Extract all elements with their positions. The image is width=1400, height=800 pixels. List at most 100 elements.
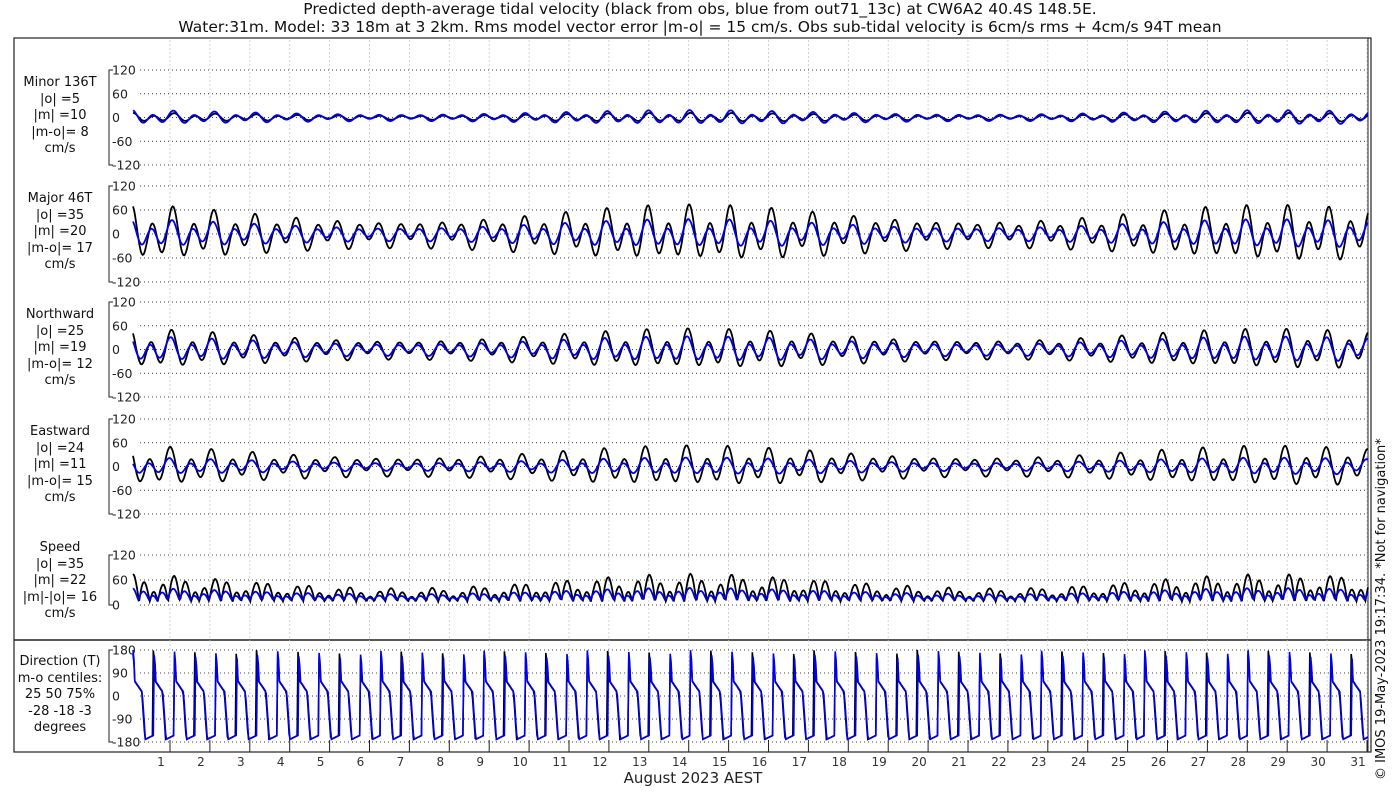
panel-label-line: m-o centiles: [17,670,103,686]
x-tick-label: 22 [991,755,1006,769]
obs-series-line [132,327,1369,369]
panel-label-line: Direction (T) [19,654,101,669]
panel-label-line: |m-o|= 8 [31,124,89,140]
x-tick-label: 26 [1151,755,1166,769]
x-tick-label: 12 [592,755,607,769]
panel-label-line: Speed [39,540,81,555]
panel-label-line: Eastward [29,424,91,439]
model-series-line [132,649,1369,741]
panel-label: Eastward |o| =24 |m| =11 |m-o|= 15 cm/s [14,424,106,507]
x-tick-label: 27 [1191,755,1206,769]
panel-label-line: |m-o|= 17 [27,240,93,256]
obs-series-line [132,203,1369,261]
panel-label: Minor 136T |o| =5 |m| =10 |m-o|= 8 cm/s [14,75,106,158]
y-tick-label: 60 [112,203,128,218]
x-tick-label: 6 [357,755,365,769]
y-tick-label: 60 [112,86,128,101]
panel-label-line: |m| =10 [33,108,87,123]
x-tick-label: 18 [832,755,847,769]
x-tick-label: 21 [951,755,966,769]
panel-label-line: cm/s [44,373,76,388]
panel-label-line: 25 50 75% [24,687,96,702]
y-tick-label: 0 [112,227,120,242]
panel-label-line: cm/s [44,490,76,505]
panel-label-line: |o| =35 [35,556,85,572]
panel-label-line: Minor 136T [23,75,97,90]
y-tick-label: -60 [112,134,132,149]
y-tick-label: -120 [112,158,140,173]
y-tick-label: 60 [112,573,128,588]
panel-label-line: |m| =20 [33,224,87,239]
y-tick-label: 120 [112,63,136,78]
x-tick-label: 23 [1031,755,1046,769]
panel-label-line: |o| =25 [35,323,85,339]
x-tick-label: 29 [1271,755,1286,769]
y-tick-label: -60 [112,366,132,381]
x-tick-label: 4 [277,755,285,769]
y-tick-label: -120 [112,275,140,290]
x-tick-label: 16 [752,755,767,769]
panel-label-line: |o| =5 [39,91,80,107]
x-tick-label: 19 [872,755,887,769]
x-tick-label: 13 [632,755,647,769]
y-tick-label: -120 [112,390,140,405]
panel-label-line: cm/s [44,141,76,156]
panel-label-line: |o| =35 [35,207,85,223]
panel-label-line: Northward [25,307,95,322]
panel-label-line: |m-o|= 12 [27,356,93,372]
panel-label-line: |m-o|= 15 [27,473,93,489]
panel-label-line: degrees [33,720,87,735]
y-tick-label: 120 [112,295,136,310]
y-tick-label: 120 [112,548,136,563]
panel-label-line: |o| =24 [35,440,85,456]
model-series-line [132,335,1369,362]
x-tick-label: 17 [792,755,807,769]
x-tick-label: 30 [1310,755,1325,769]
y-tick-label: 0 [112,598,120,613]
y-tick-label: 120 [112,179,136,194]
x-tick-label: 31 [1350,755,1365,769]
x-tick-label: 20 [911,755,926,769]
panel-label-line: -28 -18 -3 [28,703,92,719]
x-tick-label: 24 [1071,755,1086,769]
panel-label: Major 46T |o| =35 |m| =20 |m-o|= 17 cm/s [14,191,106,274]
y-tick-label: -180 [112,735,140,750]
panel-label-line: Major 46T [27,191,93,206]
panel-label-line: |m| =19 [33,340,87,355]
x-tick-label: 11 [552,755,567,769]
panel-label: Speed |o| =35 |m| =22 |m|-|o|= 16 cm/s [14,540,106,623]
y-tick-label: 60 [112,435,128,450]
panel-label: Northward |o| =25 |m| =19 |m-o|= 12 cm/s [14,307,106,390]
x-tick-label: 3 [237,755,245,769]
y-tick-label: 0 [112,342,120,357]
x-tick-label: 7 [397,755,405,769]
x-tick-label: 8 [436,755,444,769]
panel-label-line: cm/s [44,257,76,272]
tidal-velocity-figure: Predicted depth-average tidal velocity (… [0,0,1400,800]
x-tick-label: 9 [476,755,484,769]
y-tick-label: -60 [112,251,132,266]
panel-label-line: |m| =11 [33,457,87,472]
y-tick-label: -60 [112,483,132,498]
x-tick-label: 25 [1111,755,1126,769]
y-tick-label: 60 [112,318,128,333]
x-axis-label: August 2023 AEST [624,769,763,787]
panel-label-line: cm/s [44,606,76,621]
panel-label: Direction (T) m-o centiles: 25 50 75% -28 -… [14,654,106,737]
plot-area: 1 2 3 4 5 6 7 8 9 10 11 12 13 14 15 16 17 18 19 20 21 22 23 24 2… [13,37,1372,787]
copyright-credit: © IMOS 19-May-2023 19:17:34. *Not for na… [1374,438,1389,780]
x-tick-label: 10 [512,755,527,769]
x-tick-label: 14 [672,755,687,769]
y-tick-label: -90 [112,712,132,727]
x-tick-label: 15 [712,755,727,769]
y-tick-label: 0 [112,689,120,704]
y-tick-label: 0 [112,459,120,474]
y-tick-label: 120 [112,412,136,427]
panel-label-line: |m| =22 [33,573,87,588]
x-tick-label: 2 [197,755,205,769]
y-tick-label: -120 [112,507,140,522]
y-tick-label: 0 [112,110,120,125]
x-tick-label: 1 [157,755,165,769]
y-tick-label: 90 [112,666,128,681]
panel-label-line: |m|-|o|= 16 [22,589,98,605]
